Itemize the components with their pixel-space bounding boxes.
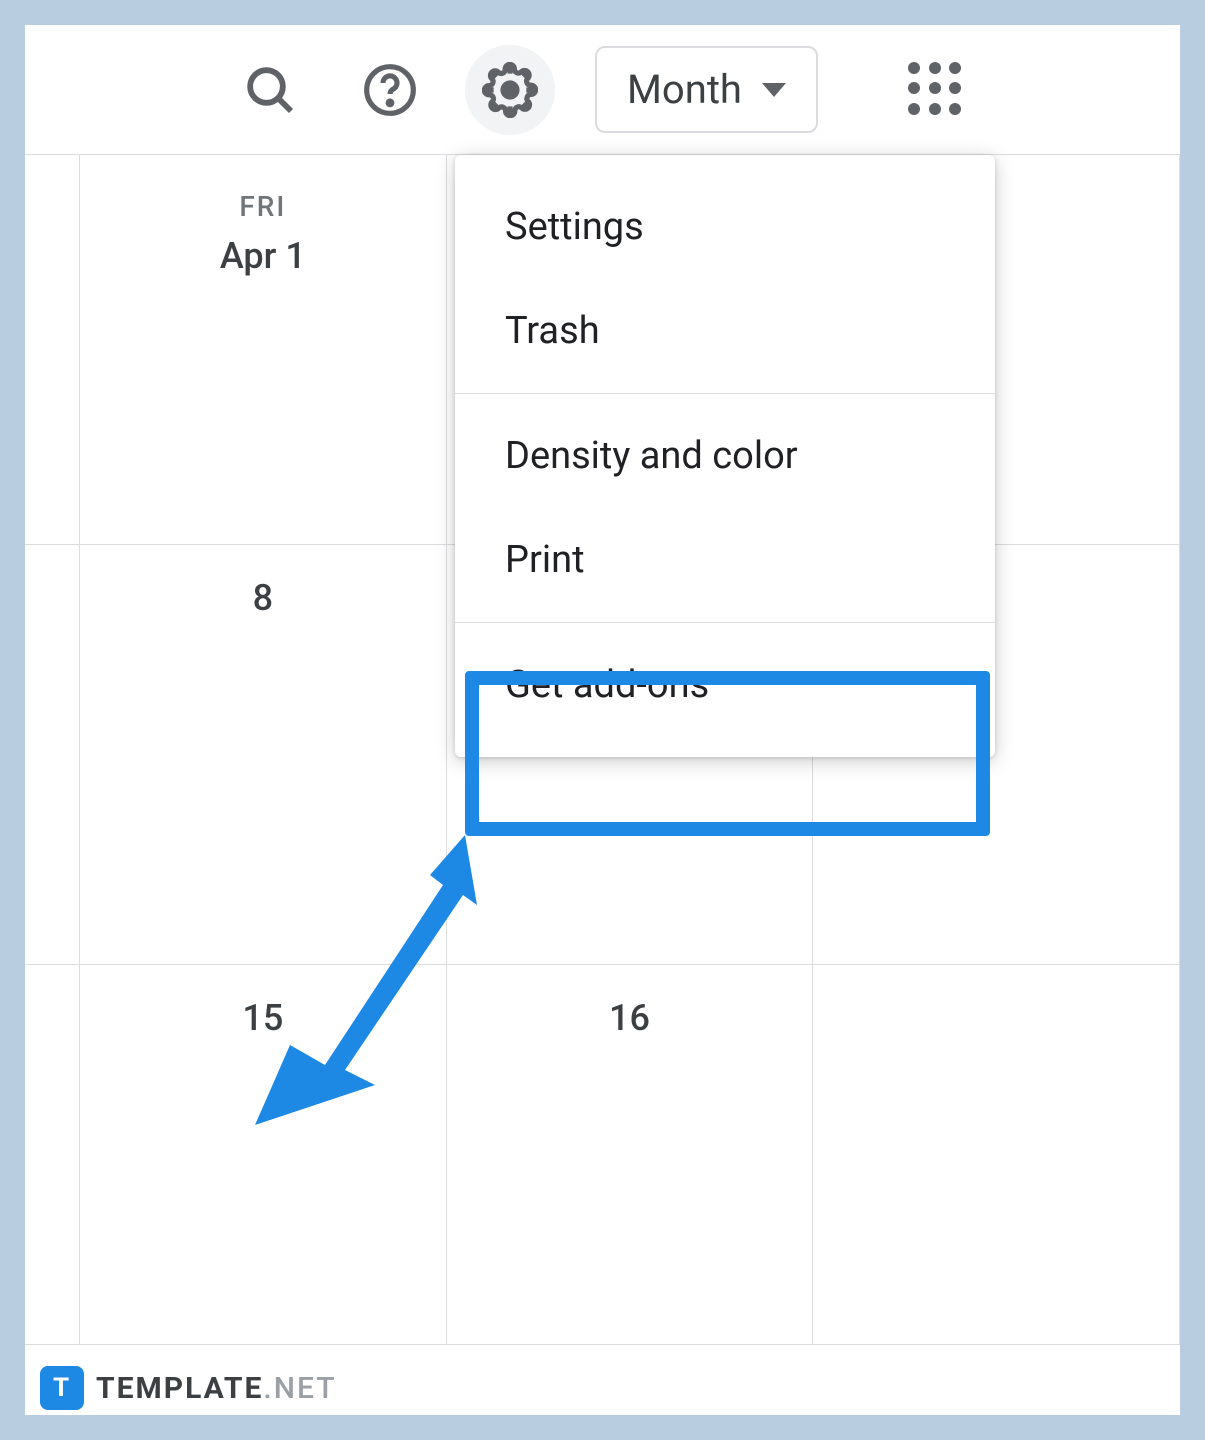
watermark-suffix: .NET [263,1371,336,1406]
view-selector-label: Month [627,66,742,113]
calendar-cell[interactable]: 15 [80,965,447,1345]
menu-item-label: Density and color [505,434,798,478]
calendar-cell[interactable]: FRI Apr 1 [80,155,447,545]
view-selector[interactable]: Month [595,46,818,133]
day-number: 16 [467,997,793,1039]
calendar-cell[interactable] [813,965,1180,1345]
calendar-cell[interactable]: 8 [80,545,447,965]
watermark-logo: T [40,1366,84,1410]
calendar-cell[interactable]: 16 [447,965,814,1345]
day-number: 15 [100,997,426,1039]
app-frame: Month FRI Apr 1 8 15 16 [25,25,1180,1415]
menu-divider [455,622,995,623]
menu-item-settings[interactable]: Settings [455,175,995,279]
caret-down-icon [762,83,786,97]
menu-item-label: Print [505,538,585,582]
watermark: T TEMPLATE.NET [40,1366,337,1410]
gear-icon [482,62,538,118]
settings-button[interactable] [465,45,555,135]
toolbar: Month [25,25,1180,155]
day-header: FRI [100,190,426,223]
watermark-brand: TEMPLATE [96,1371,263,1406]
calendar-cell[interactable] [25,965,80,1345]
help-icon [362,62,418,118]
menu-item-label: Get add-ons [505,663,709,707]
day-number: 8 [100,577,426,619]
settings-dropdown: Settings Trash Density and color Print G… [455,155,995,757]
menu-item-print[interactable]: Print [455,508,995,612]
search-icon [242,62,298,118]
menu-item-label: Settings [505,205,644,249]
google-apps-button[interactable] [908,62,964,118]
menu-item-label: Trash [505,309,600,353]
calendar-cell[interactable] [25,155,80,545]
menu-item-density[interactable]: Density and color [455,404,995,508]
menu-item-trash[interactable]: Trash [455,279,995,383]
help-button[interactable] [345,45,435,135]
day-number: Apr 1 [100,235,426,277]
calendar-cell[interactable] [25,545,80,965]
search-button[interactable] [225,45,315,135]
menu-item-get-addons[interactable]: Get add-ons [455,633,995,737]
menu-divider [455,393,995,394]
